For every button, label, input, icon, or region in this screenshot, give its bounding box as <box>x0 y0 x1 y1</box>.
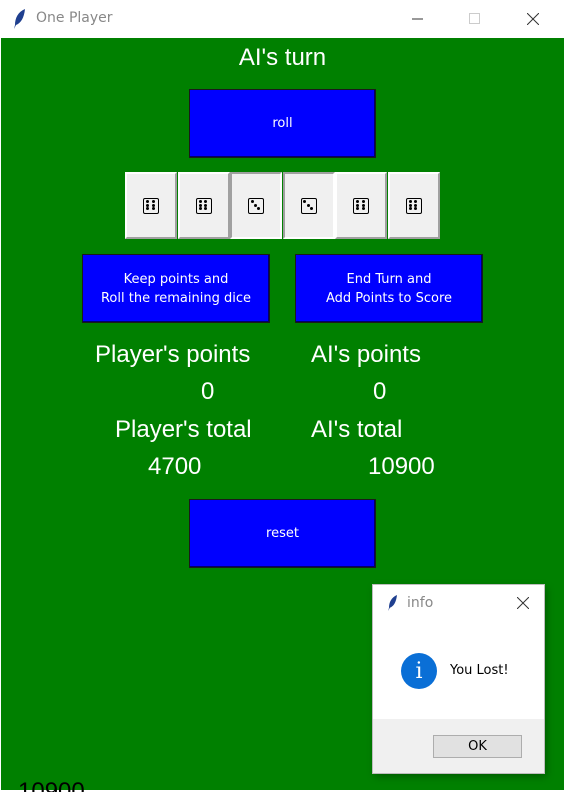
end-label-line1: End Turn and <box>346 271 432 287</box>
player-total-label: Player's total <box>115 416 252 443</box>
maximize-button[interactable] <box>452 0 498 38</box>
dialog-close-button[interactable] <box>513 593 533 613</box>
die-pip <box>198 207 202 211</box>
die-face-6-icon <box>143 197 159 214</box>
die-pip <box>146 203 150 207</box>
die-pip <box>408 199 412 203</box>
die-pip <box>414 203 418 207</box>
die-pip <box>198 203 202 207</box>
die-pip <box>361 207 365 211</box>
dialog-footer: OK <box>373 719 544 773</box>
die-pip <box>146 199 150 203</box>
close-icon <box>527 13 539 25</box>
roll-button[interactable]: roll <box>189 89 376 158</box>
die-pip <box>361 199 365 203</box>
keep-label-line1: Keep points and <box>123 271 229 287</box>
ai-points-value: 0 <box>373 378 387 405</box>
die-pip <box>356 199 360 203</box>
die-6[interactable] <box>387 172 440 239</box>
die-pip <box>151 203 155 207</box>
roll-button-label: roll <box>272 116 293 131</box>
die-pip <box>361 203 365 207</box>
minimize-icon <box>412 18 423 20</box>
keep-points-button[interactable]: Keep points and Roll the remaining dice <box>82 254 270 323</box>
die-pip <box>151 207 155 211</box>
die-face-6-icon <box>353 197 369 214</box>
player-points-label: Player's points <box>95 341 251 368</box>
die-pip <box>408 207 412 211</box>
feather-icon <box>388 595 397 611</box>
die-3[interactable] <box>230 172 282 239</box>
die-1[interactable] <box>125 172 177 239</box>
die-pip <box>414 207 418 211</box>
info-dialog: info i You Lost! OK <box>373 585 544 773</box>
die-4[interactable] <box>282 172 335 239</box>
feather-icon <box>14 9 25 29</box>
player-total-value: 4700 <box>148 453 202 480</box>
player-points-value: 0 <box>201 378 215 405</box>
die-pip <box>356 203 360 207</box>
ai-total-value: 10900 <box>368 453 435 480</box>
die-face-3-icon <box>248 197 264 214</box>
die-face-6-icon <box>195 197 212 214</box>
end-label-line2: Add Points to Score <box>325 290 453 306</box>
die-pip <box>204 207 208 211</box>
ok-button[interactable]: OK <box>433 735 522 758</box>
ok-button-label: OK <box>468 739 487 754</box>
dialog-title: info <box>407 595 434 611</box>
die-pip <box>306 203 310 207</box>
die-face-6-icon <box>405 197 422 214</box>
keep-label-line2: Roll the remaining dice <box>100 290 251 306</box>
die-pip <box>303 200 307 204</box>
maximize-icon <box>469 13 480 24</box>
die-pip <box>198 199 202 203</box>
die-pip <box>151 199 155 203</box>
die-pip <box>146 207 150 211</box>
turn-label: AI's turn <box>238 44 327 71</box>
die-5[interactable] <box>335 172 387 239</box>
die-pip <box>408 203 412 207</box>
dialog-message: You Lost! <box>450 663 509 678</box>
close-icon <box>517 597 529 609</box>
end-turn-button[interactable]: End Turn and Add Points to Score <box>295 254 483 323</box>
die-pip <box>254 203 257 207</box>
reset-button[interactable]: reset <box>189 499 376 568</box>
title-bar: One Player <box>0 0 565 38</box>
die-pip <box>204 199 208 203</box>
die-pip <box>204 203 208 207</box>
minimize-button[interactable] <box>395 0 441 38</box>
ai-points-label: AI's points <box>311 341 421 368</box>
die-2[interactable] <box>177 172 230 239</box>
die-face-3-icon <box>300 197 317 214</box>
die-pip <box>414 199 418 203</box>
ai-total-label: AI's total <box>311 416 403 443</box>
reset-button-label: reset <box>266 526 299 541</box>
close-button[interactable] <box>510 0 556 38</box>
window-title: One Player <box>36 10 113 26</box>
die-pip <box>250 200 254 204</box>
die-pip <box>257 206 261 210</box>
die-pip <box>356 207 360 211</box>
info-icon: i <box>401 653 437 689</box>
die-pip <box>309 206 313 210</box>
